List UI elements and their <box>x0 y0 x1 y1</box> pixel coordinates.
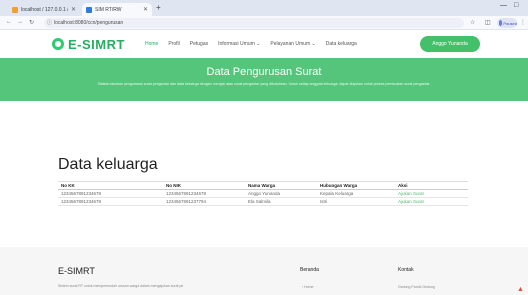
footer-link-home[interactable]: › Home <box>302 285 313 289</box>
footer-brand: E-SIMRT <box>58 266 95 276</box>
profile-button[interactable]: Paused <box>497 18 517 28</box>
section-title: Data keluarga <box>58 156 158 173</box>
browser-tab-bar: localhost / 127.0.0.1 / db_surat ✕ SIM R… <box>0 0 528 16</box>
ajukan-surat-link[interactable]: Ajukan Surat <box>395 189 468 198</box>
cell-nama-warga: Anggo Yunanda <box>245 189 317 198</box>
site-footer: E-SIMRT Sistem surat RT untuk mempermuda… <box>0 247 528 295</box>
reload-icon[interactable]: ↻ <box>29 19 34 26</box>
column-header-nama-warga: Nama Warga <box>245 181 317 190</box>
close-tab-icon[interactable]: ✕ <box>71 6 76 13</box>
cell-no-nik: 1234567891237794 <box>163 197 245 206</box>
column-header-no-nik: No NIK <box>163 181 245 190</box>
browser-tab[interactable]: localhost / 127.0.0.1 / db_surat ✕ <box>8 3 80 16</box>
nav-item-pelayanan-umum[interactable]: Pelayanan Umum ⌄ <box>270 41 315 47</box>
tab-title: SIM RT/RW <box>95 6 122 13</box>
footer-description: Sistem surat RT untuk mempermudah urusan… <box>58 284 183 288</box>
browser-menu-icon[interactable]: ⋮ <box>520 19 526 26</box>
profile-label: Paused <box>503 20 517 26</box>
browser-tab-active[interactable]: SIM RT/RW ✕ <box>82 3 152 16</box>
page-subtitle: Silakan lakukan pengurusan surat pengant… <box>97 82 431 86</box>
main-menu: Home Profil Petugas Informasi Umum ⌄ Pel… <box>145 41 357 47</box>
site-info-icon[interactable]: ⓘ <box>47 18 52 28</box>
logo-icon <box>52 38 64 50</box>
brand-logo[interactable]: E-SIMRT <box>68 37 125 52</box>
column-header-aksi: Aksi <box>395 181 468 190</box>
ajukan-surat-link[interactable]: Ajukan Surat <box>395 197 468 206</box>
user-account-button[interactable]: Anggo Yunanda <box>420 36 480 52</box>
cell-no-kk: 1234567891234678 <box>58 189 163 198</box>
nav-item-data-keluarga[interactable]: Data keluarga <box>326 41 357 47</box>
minimize-icon[interactable]: — <box>500 2 507 9</box>
back-icon[interactable]: ← <box>6 19 12 25</box>
footer-contact-address: Gedung Paroki Gedung <box>398 285 435 289</box>
bookmark-star-icon[interactable]: ☆ <box>470 19 475 26</box>
avatar <box>499 20 503 26</box>
maximize-icon[interactable]: □ <box>514 2 518 9</box>
close-tab-icon[interactable]: ✕ <box>143 6 148 13</box>
site-navbar: E-SIMRT Home Profil Petugas Informasi Um… <box>0 30 528 60</box>
url-input[interactable]: ⓘ localhost:8080/ccn/pengurusan <box>44 18 464 28</box>
cell-no-nik: 1234567891234678 <box>163 189 245 198</box>
nav-item-home[interactable]: Home <box>145 41 158 47</box>
page-title: Data Pengurusan Surat <box>206 66 322 78</box>
url-text: localhost:8080/ccn/pengurusan <box>54 20 124 26</box>
column-header-no-kk: No KK <box>58 181 163 190</box>
cell-nama-warga: Ela Salmila <box>245 197 317 206</box>
footer-column-title-kontak: Kontak <box>398 267 414 273</box>
phpmyadmin-favicon-icon <box>12 6 18 13</box>
nav-item-profil[interactable]: Profil <box>168 41 179 47</box>
site-favicon-icon <box>86 6 92 13</box>
table-row: 1234567891234678 1234567891234678 Anggo … <box>58 189 468 198</box>
scroll-to-top-icon[interactable]: ▲ <box>517 286 524 293</box>
family-table: No KK No NIK Nama Warga Hubungan Warga A… <box>58 181 468 206</box>
extensions-icon[interactable]: ◫ <box>485 19 491 26</box>
cell-no-kk: 1234567891234678 <box>58 197 163 206</box>
column-header-hubungan-warga: Hubungan Warga <box>317 181 395 190</box>
footer-column-title-beranda: Beranda <box>300 267 319 273</box>
new-tab-icon[interactable]: + <box>156 3 161 12</box>
nav-item-petugas[interactable]: Petugas <box>190 41 208 47</box>
cell-hubungan-warga: Kepala Keluarga <box>317 189 395 198</box>
browser-address-bar: ← → ↻ ⓘ localhost:8080/ccn/pengurusan ☆ … <box>0 16 528 30</box>
nav-item-informasi-umum[interactable]: Informasi Umum ⌄ <box>218 41 260 47</box>
cell-hubungan-warga: Istri <box>317 197 395 206</box>
table-header-row: No KK No NIK Nama Warga Hubungan Warga A… <box>58 181 468 190</box>
hero-banner: Data Pengurusan Surat Silakan lakukan pe… <box>0 58 528 101</box>
table-row: 1234567891234678 1234567891237794 Ela Sa… <box>58 197 468 206</box>
forward-icon[interactable]: → <box>17 19 23 25</box>
tab-title: localhost / 127.0.0.1 / db_surat <box>21 6 68 13</box>
